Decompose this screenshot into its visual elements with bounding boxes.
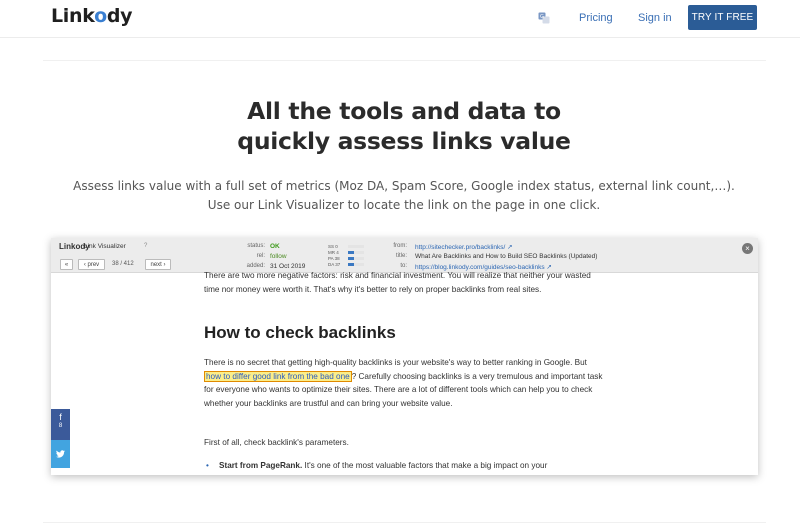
list-item-bold: Start from PageRank.: [219, 461, 303, 470]
section-divider: [43, 522, 766, 523]
metric-ss: SS 0: [328, 244, 338, 249]
logo-text-part: dy: [106, 5, 133, 27]
logo-text-accent: o: [94, 5, 107, 27]
metric-da: DA 37: [328, 262, 341, 267]
metric-bar-fill: [348, 263, 354, 266]
logo[interactable]: Linkody: [51, 5, 133, 27]
logo-text-part: Link: [51, 5, 95, 27]
article-paragraph: First of all, check backlink's parameter…: [204, 438, 349, 447]
title-value: What Are Backlinks and How to Build SEO …: [415, 253, 598, 260]
metric-pa: PA 38: [328, 256, 340, 261]
site-header: Linkody G Pricing Sign in TRY IT FREE: [0, 0, 800, 38]
from-label: from:: [393, 243, 407, 249]
highlighted-backlink[interactable]: how to differ good link from the bad one: [204, 370, 352, 382]
link-visualizer-screenshot: Linkody Link Visualizer ? « ‹ prev 38 / …: [51, 238, 758, 475]
first-button[interactable]: «: [60, 259, 73, 270]
list-item-text: It's one of the most valuable factors th…: [302, 461, 548, 470]
facebook-icon: f: [59, 412, 62, 422]
status-label: status:: [247, 243, 265, 249]
article-paragraph: There is no secret that getting high-qua…: [204, 356, 604, 411]
section-divider: [43, 60, 766, 61]
from-url-text: http://sitechecker.pro/backlinks/: [415, 244, 506, 251]
link-counter: 38 / 412: [112, 261, 134, 267]
facebook-share-count: 8: [58, 423, 63, 429]
rel-value: follow: [270, 253, 287, 260]
hero-title: All the tools and data to quickly assess…: [0, 96, 800, 156]
close-icon[interactable]: ×: [742, 243, 753, 254]
metric-bar-fill: [348, 257, 354, 260]
translate-icon[interactable]: G: [538, 12, 550, 24]
twitter-icon: [56, 450, 65, 458]
link-visualizer-toolbar: Linkody Link Visualizer ? « ‹ prev 38 / …: [51, 238, 758, 273]
article-paragraph: There are two more negative factors: ris…: [204, 271, 591, 294]
title-label: title:: [395, 253, 407, 259]
list-item: • Start from PageRank. It's one of the m…: [206, 459, 599, 473]
from-url[interactable]: http://sitechecker.pro/backlinks/ ↗: [415, 243, 513, 251]
svg-text:G: G: [540, 14, 544, 20]
hero-title-line: All the tools and data to: [247, 97, 561, 125]
hero-subtitle-line: Assess links value with a full set of me…: [73, 179, 735, 193]
next-button[interactable]: next ›: [145, 259, 171, 270]
metric-mr: MR 4: [328, 250, 339, 255]
paragraph-text: There is no secret that getting high-qua…: [204, 358, 587, 367]
external-link-icon[interactable]: ↗: [507, 244, 512, 251]
hero-subtitle-line: Use our Link Visualizer to locate the li…: [207, 198, 601, 212]
nav-link-signin[interactable]: Sign in: [638, 12, 672, 24]
lv-title: Link Visualizer: [84, 243, 126, 250]
twitter-share-button[interactable]: [51, 440, 70, 468]
rel-label: rel:: [256, 253, 265, 259]
nav-link-pricing[interactable]: Pricing: [579, 12, 613, 24]
article-heading: How to check backlinks: [204, 323, 396, 342]
bullet-icon: •: [206, 461, 209, 470]
hero-subtitle: Assess links value with a full set of me…: [0, 177, 800, 215]
facebook-share-button[interactable]: f 8: [51, 409, 70, 440]
prev-button[interactable]: ‹ prev: [78, 259, 105, 270]
metric-bar-fill: [348, 251, 354, 254]
help-icon[interactable]: ?: [144, 243, 147, 249]
try-it-free-button[interactable]: TRY IT FREE: [688, 5, 757, 30]
status-value: OK: [270, 243, 280, 250]
hero-title-line: quickly assess links value: [237, 127, 571, 155]
